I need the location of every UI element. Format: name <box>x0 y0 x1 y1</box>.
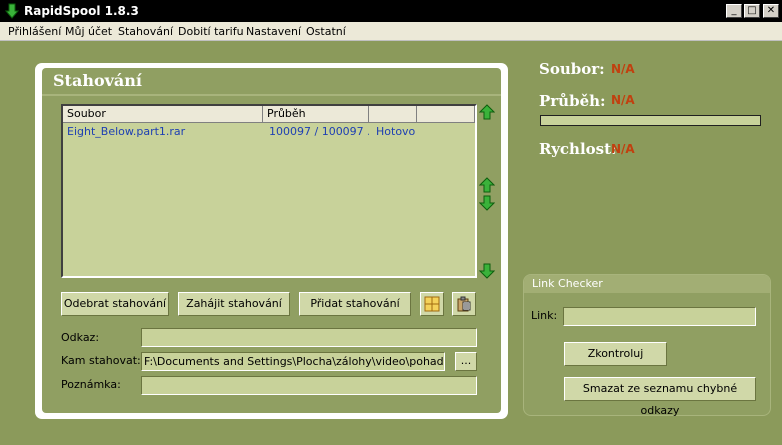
app-down-arrow-icon <box>4 3 20 19</box>
panel-separator <box>42 94 501 96</box>
menu-prihlaseni[interactable]: Přihlášení <box>8 25 61 38</box>
remove-download-button[interactable]: Odebrat stahování <box>61 292 169 316</box>
menu-nastaveni[interactable]: Nastavení <box>246 25 301 38</box>
link-label: Odkaz: <box>61 331 100 344</box>
link-input[interactable] <box>141 328 477 347</box>
grid-icon <box>424 296 440 312</box>
progress-bar <box>540 115 761 126</box>
minimize-button[interactable]: _ <box>726 4 742 18</box>
move-down-icon[interactable] <box>479 195 495 211</box>
move-top-up-icon[interactable] <box>479 104 495 120</box>
close-button[interactable]: ✕ <box>763 4 779 18</box>
row-file[interactable]: Eight_Below.part1.rar <box>67 125 185 138</box>
move-up-icon[interactable] <box>479 177 495 193</box>
downloads-list[interactable]: Soubor Průběh Eight_Below.part1.rar 1000… <box>61 104 477 278</box>
start-download-button[interactable]: Zahájit stahování <box>178 292 290 316</box>
paste-button[interactable] <box>452 292 476 316</box>
file-label: Soubor: <box>539 60 605 78</box>
file-value: N/A <box>611 62 635 76</box>
add-download-button[interactable]: Přidat stahování <box>299 292 411 316</box>
grid-button[interactable] <box>420 292 444 316</box>
row-status[interactable]: Hotovo <box>376 125 415 138</box>
menu-stahovani[interactable]: Stahování <box>118 25 173 38</box>
window-title: RapidSpool 1.8.3 <box>24 4 139 18</box>
download-dir-label: Kam stahovat: <box>61 354 141 367</box>
column-header-soubor[interactable]: Soubor <box>63 106 263 123</box>
column-header-extra[interactable] <box>417 106 475 123</box>
clipboard-icon <box>457 296 471 312</box>
progress-value: N/A <box>611 93 635 107</box>
link-checker-title: Link Checker <box>524 275 770 293</box>
link-checker-link-label: Link: <box>531 309 558 322</box>
note-input[interactable] <box>141 376 477 395</box>
menu-dobiti-tarifu[interactable]: Dobití tarifu <box>178 25 244 38</box>
column-header-prubeh[interactable]: Průběh <box>263 106 369 123</box>
row-progress[interactable]: 100097 / 100097 ... <box>269 125 369 138</box>
menu-ostatni[interactable]: Ostatní <box>306 25 346 38</box>
column-header-status[interactable] <box>369 106 417 123</box>
menu-muj-ucet[interactable]: Můj účet <box>65 25 112 38</box>
speed-label: Rychlost: <box>539 140 617 158</box>
move-bottom-down-icon[interactable] <box>479 263 495 279</box>
downloads-panel-title: Stahování <box>53 71 142 90</box>
menu-bar: Přihlášení Můj účet Stahování Dobití tar… <box>0 22 782 41</box>
title-bar: RapidSpool 1.8.3 _ □ ✕ <box>0 0 782 22</box>
download-dir-input[interactable]: F:\Documents and Settings\Plocha\zálohy\… <box>141 352 445 371</box>
clear-bad-links-button[interactable]: Smazat ze seznamu chybné odkazy <box>564 377 756 417</box>
maximize-button[interactable]: □ <box>744 4 760 18</box>
progress-label: Průběh: <box>539 92 606 110</box>
speed-value: N/A <box>611 142 635 156</box>
link-checker-input[interactable] <box>563 307 756 326</box>
browse-button[interactable]: ... <box>455 352 477 371</box>
check-link-button[interactable]: Zkontroluj <box>564 342 667 366</box>
note-label: Poznámka: <box>61 378 121 391</box>
